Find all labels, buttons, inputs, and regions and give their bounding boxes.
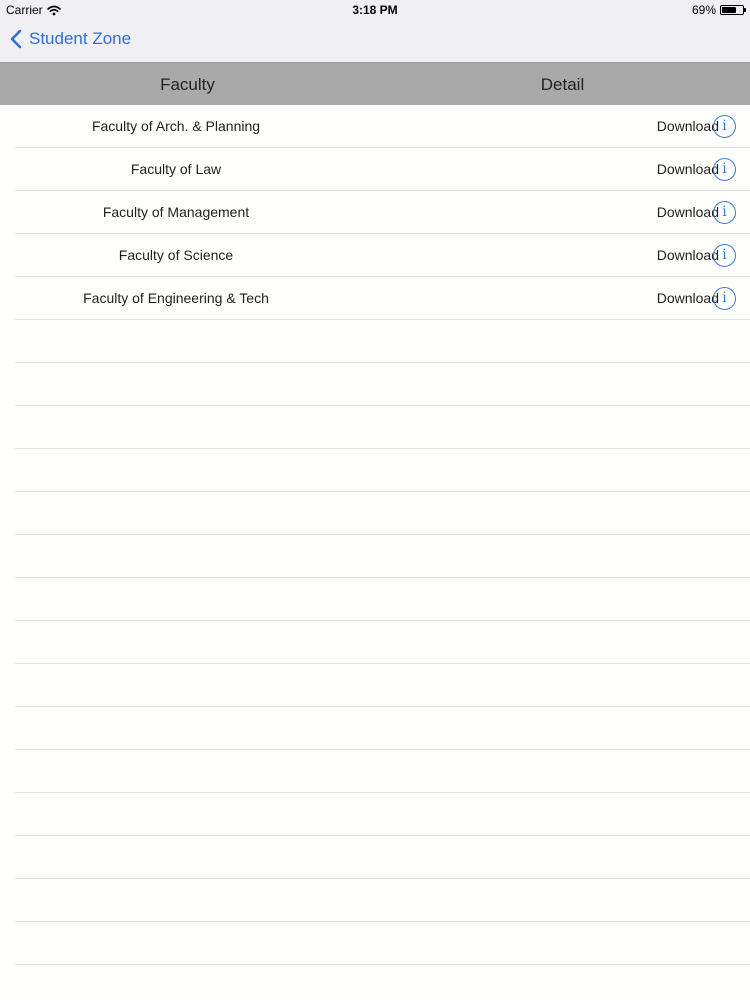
info-icon[interactable]: i — [713, 287, 736, 310]
download-button[interactable]: Download — [657, 290, 719, 306]
empty-row-divider — [15, 793, 750, 836]
status-bar: Carrier 3:18 PM 69% — [0, 0, 750, 20]
download-button[interactable]: Download — [657, 204, 719, 220]
empty-row-divider — [15, 707, 750, 750]
empty-row-divider — [15, 406, 750, 449]
empty-row-divider — [15, 621, 750, 664]
battery-percent: 69% — [691, 3, 716, 17]
empty-row-divider — [15, 535, 750, 578]
table-row: Faculty of Arch. & Planning Download i — [15, 105, 750, 148]
status-time: 3:18 PM — [352, 3, 398, 17]
download-button[interactable]: Download — [657, 247, 719, 263]
download-button[interactable]: Download — [657, 161, 719, 177]
empty-row-divider — [15, 578, 750, 621]
table-row: Faculty of Science Download i — [15, 234, 750, 277]
faculty-name: Faculty of Arch. & Planning — [91, 118, 261, 134]
battery-cap — [744, 8, 746, 12]
back-button-label: Student Zone — [29, 29, 132, 48]
faculty-name: Faculty of Management — [102, 204, 250, 220]
info-icon[interactable]: i — [713, 201, 736, 224]
info-icon[interactable]: i — [713, 244, 736, 267]
empty-row-divider — [15, 449, 750, 492]
empty-row-divider — [15, 922, 750, 965]
battery-indicator: 69% — [691, 3, 746, 17]
empty-row-divider — [15, 836, 750, 879]
table-row: Faculty of Management Download i — [15, 191, 750, 234]
column-header-detail: Detail — [540, 75, 585, 94]
faculty-name: Faculty of Science — [118, 247, 234, 263]
empty-row-divider — [15, 879, 750, 922]
empty-row-divider — [15, 320, 750, 363]
battery-icon — [720, 5, 746, 15]
empty-row-divider — [15, 492, 750, 535]
table-row: Faculty of Law Download i — [15, 148, 750, 191]
empty-row-divider — [15, 363, 750, 406]
column-header-faculty: Faculty — [160, 75, 215, 94]
battery-level-fill — [722, 7, 736, 13]
empty-row-divider — [15, 664, 750, 707]
faculty-name: Faculty of Law — [130, 161, 222, 177]
faculty-name: Faculty of Engineering & Tech — [83, 290, 269, 306]
download-button[interactable]: Download — [657, 118, 719, 134]
empty-row-divider — [15, 750, 750, 793]
table-row: Faculty of Engineering & Tech Download i — [15, 277, 750, 320]
empty-table-area — [0, 320, 750, 965]
navigation-bar: Student Zone — [0, 20, 750, 62]
table-header: Faculty Detail — [0, 62, 750, 105]
faculty-list: Faculty of Arch. & Planning Download i F… — [0, 105, 750, 320]
back-button[interactable]: Student Zone — [10, 29, 131, 49]
info-icon[interactable]: i — [713, 158, 736, 181]
chevron-left-icon — [10, 29, 22, 49]
info-icon[interactable]: i — [713, 115, 736, 138]
